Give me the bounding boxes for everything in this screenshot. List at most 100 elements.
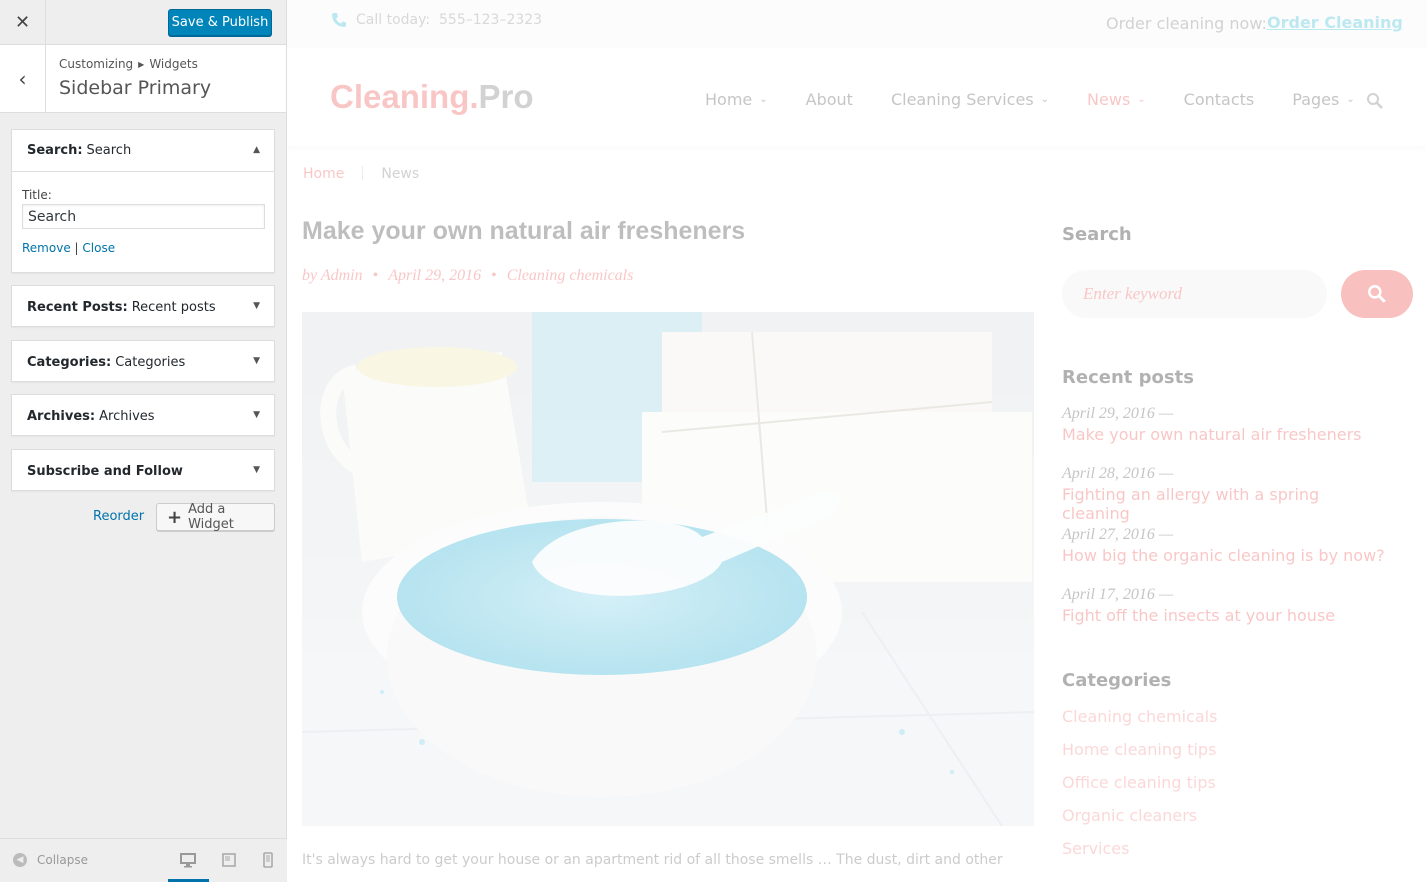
nav-item[interactable]: Pages ⌄	[1292, 90, 1354, 109]
post-excerpt: It's always hard to get your house or an…	[302, 852, 1003, 868]
collapse-arrow-icon: ◀	[13, 853, 27, 867]
collapse-up-icon[interactable]: ▲	[253, 145, 260, 155]
close-link[interactable]: Close	[82, 241, 115, 255]
sidebar-search-button[interactable]	[1341, 270, 1413, 318]
phone-number: 555–123–2323	[439, 12, 543, 28]
order-label: Order cleaning now:	[1106, 14, 1267, 33]
widget-subscribe[interactable]: Subscribe and Follow ▼	[11, 449, 275, 491]
remove-link[interactable]: Remove	[22, 241, 71, 255]
expand-down-icon[interactable]: ▼	[253, 465, 260, 475]
post-meta: by Admin • April 29, 2016 • Cleaning chemica…	[302, 267, 633, 285]
recent-post-date: April 17, 2016 —	[1062, 586, 1174, 603]
nav-item[interactable]: News ⌄	[1087, 90, 1146, 109]
nav-item-label: About	[805, 90, 853, 109]
sidebar-search-heading: Search	[1062, 224, 1132, 245]
widget-search-header[interactable]: Search: Search ▲	[12, 130, 274, 172]
category-link[interactable]: Office cleaning tips	[1062, 773, 1216, 792]
call-label: Call today:	[356, 12, 431, 28]
tablet-preview-icon[interactable]	[221, 852, 237, 868]
widget-search: Search: Search ▲ Title: Remove | Close	[11, 129, 275, 273]
nav-item[interactable]: Contacts	[1184, 90, 1255, 109]
widget-subscribe-header[interactable]: Subscribe and Follow ▼	[12, 450, 274, 492]
page-breadcrumb: Home News	[303, 166, 419, 182]
plus-icon: +	[167, 506, 183, 528]
widget-type: Categories:	[27, 354, 112, 370]
widget-categories[interactable]: Categories: Categories ▼	[11, 340, 275, 382]
nav-item[interactable]: About	[806, 90, 853, 109]
featured-image[interactable]	[302, 312, 1034, 826]
nav-item[interactable]: Cleaning Services ⌄	[891, 90, 1049, 109]
phone-icon	[332, 13, 346, 27]
customizer-footer: ◀ Collapse	[0, 838, 287, 882]
add-widget-button[interactable]: + Add a Widget	[156, 502, 275, 532]
widget-recent-posts[interactable]: Recent Posts: Recent posts ▼	[11, 285, 275, 327]
recent-post-link[interactable]: Fighting an allergy with a spring cleani…	[1062, 485, 1392, 523]
expand-down-icon[interactable]: ▼	[253, 410, 260, 420]
collapse-button[interactable]: ◀ Collapse	[13, 853, 88, 867]
widget-type: Archives:	[27, 408, 96, 424]
nav-item[interactable]: Home ⌄	[705, 90, 768, 109]
widget-search-body: Title: Remove | Close	[12, 172, 274, 255]
save-publish-button[interactable]: Save & Publish	[168, 9, 272, 36]
title-input[interactable]	[22, 204, 265, 229]
logo-part-b: Pro	[478, 78, 534, 115]
add-widget-label: Add a Widget	[188, 502, 234, 532]
back-arrow-icon[interactable]: ‹	[0, 45, 46, 113]
desktop-preview-icon[interactable]	[180, 852, 196, 868]
customizer-header-bar: ✕ Save & Publish	[0, 0, 286, 45]
category-link[interactable]: Cleaning chemicals	[1062, 707, 1217, 726]
reorder-link[interactable]: Reorder	[93, 509, 144, 524]
chevron-down-icon: ⌄	[1040, 94, 1050, 105]
crumb-home-link[interactable]: Home	[303, 166, 344, 182]
widget-actions: Remove | Close	[22, 241, 264, 255]
post-category[interactable]: Cleaning chemicals	[507, 267, 634, 284]
meta-dot: •	[372, 267, 379, 284]
expand-down-icon[interactable]: ▼	[253, 301, 260, 311]
breadcrumb-child: Widgets	[149, 57, 198, 71]
mobile-preview-icon[interactable]	[260, 852, 276, 868]
recent-post-date: April 28, 2016 —	[1062, 465, 1174, 482]
breadcrumb-parent: Customizing	[59, 57, 134, 71]
widget-recent-header[interactable]: Recent Posts: Recent posts ▼	[12, 286, 274, 328]
widget-type: Recent Posts:	[27, 299, 128, 315]
meta-dot: •	[491, 267, 497, 284]
crumb-current: News	[381, 166, 420, 182]
section-title: Sidebar Primary	[59, 77, 212, 99]
widget-archives-header[interactable]: Archives: Archives ▼	[12, 395, 274, 437]
widget-type: Search:	[27, 143, 83, 158]
site-logo[interactable]: Cleaning.Pro	[330, 78, 534, 116]
site-preview: Call today: 555–123–2323 Order cleaning …	[287, 0, 1427, 882]
widget-type: Subscribe and Follow	[27, 463, 183, 479]
category-link[interactable]: Home cleaning tips	[1062, 740, 1216, 759]
nav-item-label: Pages	[1292, 90, 1340, 109]
widget-archives[interactable]: Archives: Archives ▼	[11, 394, 275, 436]
chevron-down-icon: ⌄	[1137, 94, 1146, 105]
post-title[interactable]: Make your own natural air fresheners	[302, 217, 745, 246]
breadcrumb-separator-icon: ▶	[138, 60, 145, 69]
widget-name: Search	[86, 143, 132, 158]
order-cleaning-link[interactable]: Order Cleaning	[1267, 13, 1403, 32]
nav-item-label: Contacts	[1183, 90, 1255, 109]
recent-post-link[interactable]: How big the organic cleaning is by now?	[1062, 546, 1392, 565]
recent-post-link[interactable]: Make your own natural air fresheners	[1062, 425, 1392, 444]
expand-down-icon[interactable]: ▼	[253, 356, 260, 366]
widget-categories-header[interactable]: Categories: Categories ▼	[12, 341, 274, 383]
search-icon	[1368, 285, 1386, 303]
recent-post-date: April 27, 2016 —	[1062, 526, 1174, 543]
recent-post-item: April 27, 2016 — How big the organic clea…	[1062, 526, 1392, 565]
logo-part-a: Cleaning.	[330, 78, 479, 115]
sidebar-search-input[interactable]: Enter keyword	[1062, 270, 1327, 318]
main-nav: Home ⌄ About Cleaning Services ⌄ News ⌄ Contact…	[705, 90, 1393, 109]
category-link[interactable]: Services	[1062, 839, 1129, 858]
widget-name: Categories	[115, 354, 186, 370]
search-icon[interactable]	[1366, 92, 1384, 110]
widget-name: Recent posts	[131, 299, 216, 315]
crumb-divider	[362, 166, 364, 180]
category-link[interactable]: Organic cleaners	[1062, 806, 1197, 825]
post-author[interactable]: by Admin	[302, 267, 363, 284]
recent-post-link[interactable]: Fight off the insects at your house	[1062, 606, 1392, 625]
title-label: Title:	[22, 188, 52, 202]
close-icon[interactable]: ✕	[0, 0, 46, 45]
post-date[interactable]: April 29, 2016	[388, 267, 481, 284]
widget-name: Archives	[99, 408, 155, 424]
